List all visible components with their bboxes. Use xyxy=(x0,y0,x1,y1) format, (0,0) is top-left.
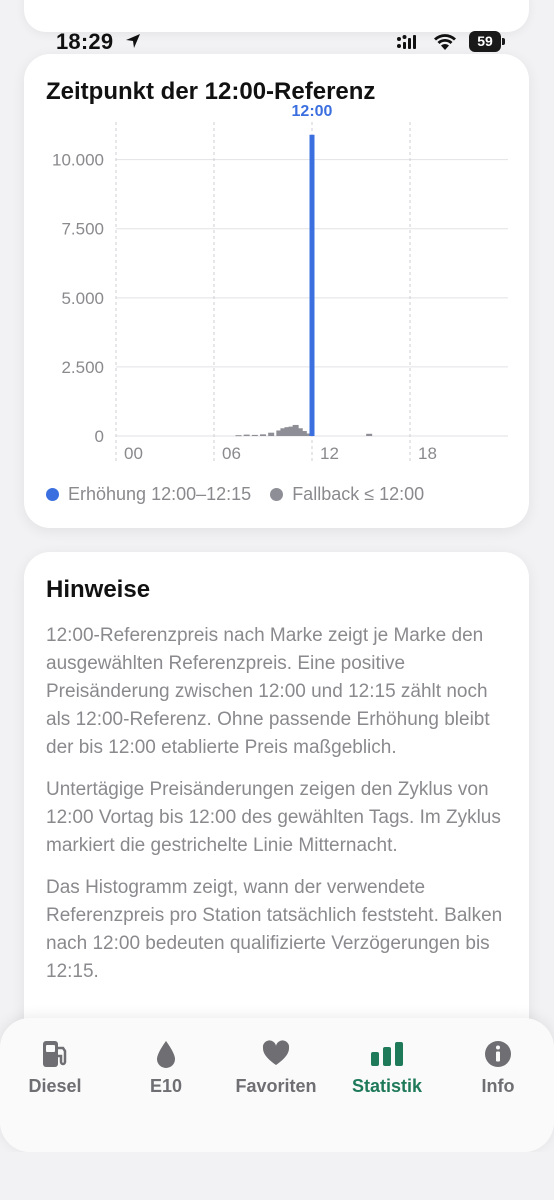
status-time: 18:29 xyxy=(56,29,114,54)
legend-dot-gray xyxy=(270,488,284,501)
tab-label-diesel: Diesel xyxy=(28,1076,82,1096)
note-paragraph-2: Untertägige Preisänderungen zeigen den Z… xyxy=(46,779,501,856)
y-tick-label: 10.000 xyxy=(52,151,104,170)
legend-dot-blue xyxy=(46,488,59,501)
bar-chart-icon xyxy=(371,1042,403,1066)
notes-card: Hinweise 12:00-Referenzpreis nach Marke … xyxy=(24,552,529,1072)
cellular-signal-icon xyxy=(397,35,416,49)
heart-icon xyxy=(262,1040,290,1065)
fuel-pump-icon xyxy=(43,1041,67,1067)
y-tick-label: 2.500 xyxy=(61,358,104,377)
tab-label-statistik: Statistik xyxy=(351,1076,423,1096)
bottom-background xyxy=(0,1152,554,1200)
histogram-chart: 0 2.500 5.000 7.500 10.000 00 06 12 18 12:00 xyxy=(52,103,508,463)
notes-body: 12:00-Referenzpreis nach Marke zeigt je … xyxy=(46,622,508,1000)
y-tick-label: 5.000 xyxy=(61,289,104,308)
tab-diesel[interactable]: Diesel xyxy=(5,1038,105,1097)
tab-info[interactable]: Info xyxy=(448,1038,548,1097)
x-tick-label: 06 xyxy=(222,444,241,463)
bar-increase xyxy=(309,134,315,436)
legend-label-increase: Erhöhung 12:00–12:15 xyxy=(68,484,252,504)
bar-fallback xyxy=(366,433,373,436)
y-tick-label: 7.500 xyxy=(61,220,104,239)
battery-indicator: 59 xyxy=(469,31,505,52)
reference-time-card: Zeitpunkt der 12:00-Referenz 0 2.500 5.000… xyxy=(24,54,529,528)
bar-fallback xyxy=(260,434,266,436)
tab-label-info: Info xyxy=(481,1076,515,1096)
wifi-icon xyxy=(434,34,456,50)
tab-e10[interactable]: E10 xyxy=(116,1038,216,1097)
bar-fallback xyxy=(268,432,275,436)
legend-item-increase: Erhöhung 12:00–12:15 xyxy=(46,484,251,505)
tab-label-e10: E10 xyxy=(149,1076,183,1096)
tab-statistik[interactable]: Statistik xyxy=(337,1038,437,1097)
legend-label-fallback: Fallback ≤ 12:00 xyxy=(292,484,425,504)
tab-label-favoriten: Favoriten xyxy=(235,1076,317,1096)
chart-annotation: 12:00 xyxy=(292,103,333,120)
x-tick-label: 18 xyxy=(418,444,437,463)
legend-item-fallback: Fallback ≤ 12:00 xyxy=(270,484,424,505)
bar-fallback xyxy=(243,434,250,436)
location-arrow-icon xyxy=(126,34,140,48)
y-tick-label: 0 xyxy=(95,427,104,446)
tab-bar: Diesel E10 Favoriten Statistik Info xyxy=(0,1018,554,1152)
bar-fallback xyxy=(235,435,242,437)
info-icon xyxy=(485,1041,511,1067)
note-paragraph-3: Das Histogramm zeigt, wann der verwendet… xyxy=(46,877,503,982)
note-paragraph-1: 12:00-Referenzpreis nach Marke zeigt je … xyxy=(46,625,490,758)
notes-title: Hinweise xyxy=(46,576,151,603)
drop-icon xyxy=(157,1041,175,1068)
x-tick-label: 12 xyxy=(320,444,339,463)
x-tick-label: 00 xyxy=(124,444,143,463)
tab-favoriten[interactable]: Favoriten xyxy=(226,1038,326,1097)
chart-legend: Erhöhung 12:00–12:15 Fallback ≤ 12:00 xyxy=(46,484,438,506)
bar-fallback xyxy=(251,434,258,436)
